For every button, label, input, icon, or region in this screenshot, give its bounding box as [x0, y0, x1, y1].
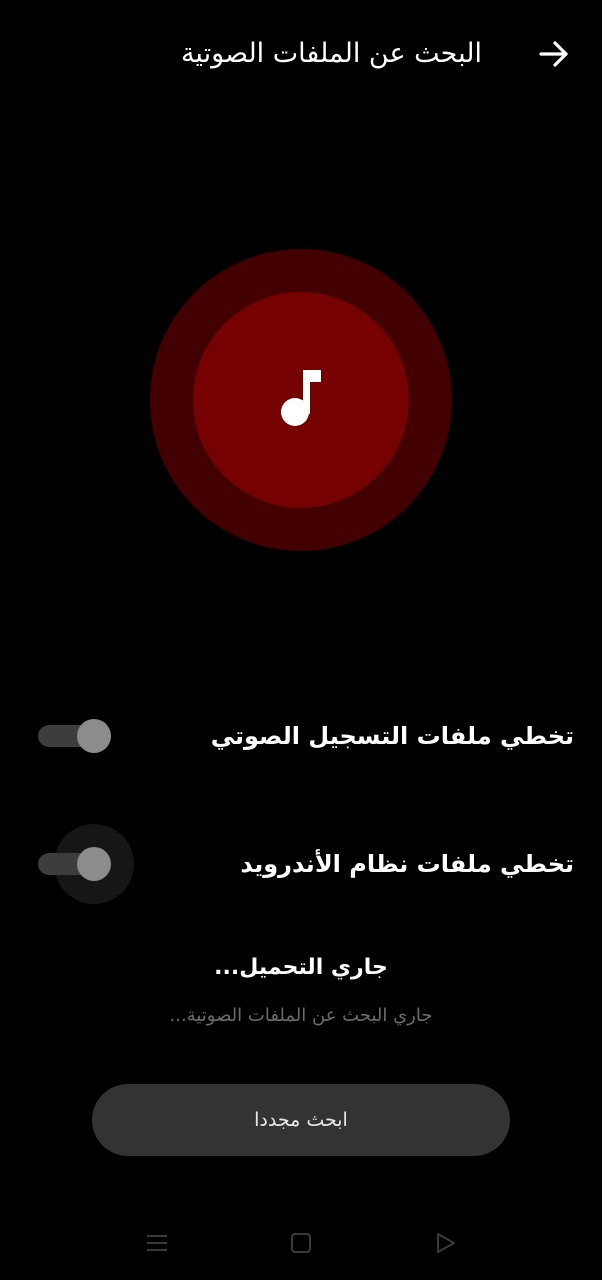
home-square-icon	[291, 1233, 311, 1253]
nav-home-button[interactable]	[286, 1228, 316, 1258]
rescan-button[interactable]: ابحث مجددا	[92, 1084, 510, 1156]
nav-menu-button[interactable]	[142, 1228, 172, 1258]
loading-subtitle: جاري البحث عن الملفات الصوتية...	[169, 1005, 433, 1026]
menu-icon	[147, 1235, 167, 1251]
app-header: البحث عن الملفات الصوتية	[0, 0, 602, 106]
music-note-icon	[281, 370, 321, 426]
setting-row-skip-android-files: تخطي ملفات نظام الأندرويد	[0, 824, 602, 904]
nav-back-button[interactable]	[430, 1228, 460, 1258]
system-nav-bar	[0, 1210, 602, 1276]
skip-recordings-toggle[interactable]	[38, 718, 111, 754]
toggle-thumb	[77, 719, 111, 753]
setting-label: تخطي ملفات نظام الأندرويد	[240, 850, 574, 878]
setting-label: تخطي ملفات التسجيل الصوتي	[210, 722, 574, 750]
toggle-thumb	[77, 847, 111, 881]
back-button[interactable]	[534, 34, 574, 74]
back-triangle-icon	[437, 1233, 455, 1253]
arrow-right-icon	[539, 41, 568, 67]
skip-android-files-toggle[interactable]	[38, 824, 134, 904]
page-title: البحث عن الملفات الصوتية	[180, 38, 482, 69]
loading-title: جاري التحميل...	[214, 955, 388, 980]
setting-row-skip-recordings: تخطي ملفات التسجيل الصوتي	[0, 706, 602, 766]
